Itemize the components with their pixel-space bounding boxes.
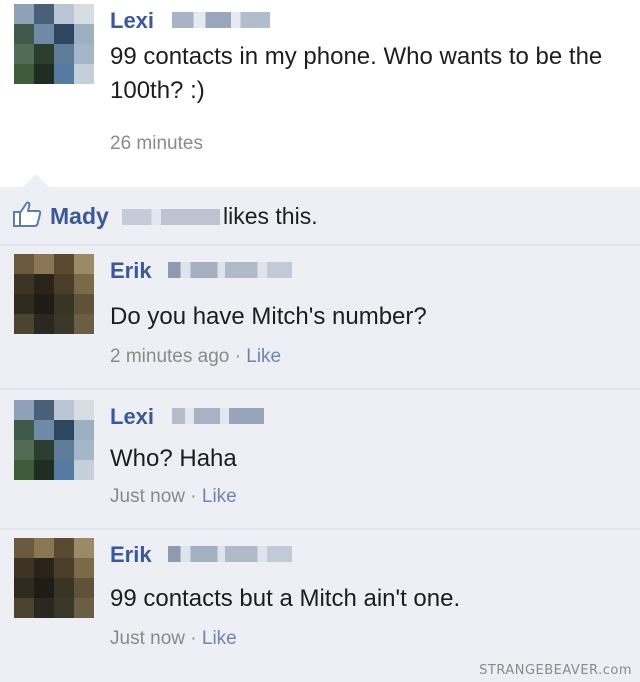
comment-timestamp[interactable]: 2 minutes ago [110, 346, 229, 367]
divider [0, 244, 640, 246]
comment-author-name[interactable]: Erik [110, 542, 152, 568]
comment-meta: 2 minutes ago · Like [110, 346, 281, 368]
liker-name[interactable]: Mady [50, 203, 109, 230]
feedback-caret [22, 174, 50, 188]
comment-author-name[interactable]: Erik [110, 258, 152, 284]
like-button[interactable]: Like [246, 346, 281, 367]
comment-text: Who? Haha [110, 445, 237, 472]
lexi-avatar[interactable] [14, 400, 94, 480]
erik-avatar[interactable] [14, 254, 94, 334]
like-button[interactable]: Like [202, 628, 237, 649]
meta-separator: · [229, 346, 247, 367]
thumbs-up-icon [13, 201, 42, 227]
redacted-surname [172, 12, 270, 28]
comment-text: 99 contacts but a Mitch ain't one. [110, 585, 461, 612]
divider [0, 528, 640, 530]
redacted-surname [172, 408, 264, 424]
comment-timestamp[interactable]: Just now [110, 486, 185, 507]
lexi-avatar[interactable] [14, 4, 94, 84]
comment-meta: Just now · Like [110, 628, 237, 650]
erik-avatar[interactable] [14, 538, 94, 618]
comment-meta: Just now · Like [110, 486, 237, 508]
meta-separator: · [184, 628, 202, 649]
comment-text: Do you have Mitch's number? [110, 303, 427, 330]
post-author-name[interactable]: Lexi [110, 8, 154, 34]
post-timestamp[interactable]: 26 minutes [110, 133, 203, 155]
redacted-surname [122, 209, 220, 225]
like-button[interactable]: Like [202, 486, 237, 507]
redacted-surname [168, 546, 292, 562]
comment-timestamp[interactable]: Just now [110, 628, 185, 649]
redacted-surname [168, 262, 292, 278]
likes-text: likes this. [223, 203, 318, 229]
post-text: 99 contacts in my phone. Who wants to be… [110, 43, 603, 104]
comment-author-name[interactable]: Lexi [110, 404, 154, 430]
site-watermark: STRANGEBEAVER.com [479, 663, 632, 678]
divider [0, 388, 640, 390]
meta-separator: · [184, 486, 202, 507]
